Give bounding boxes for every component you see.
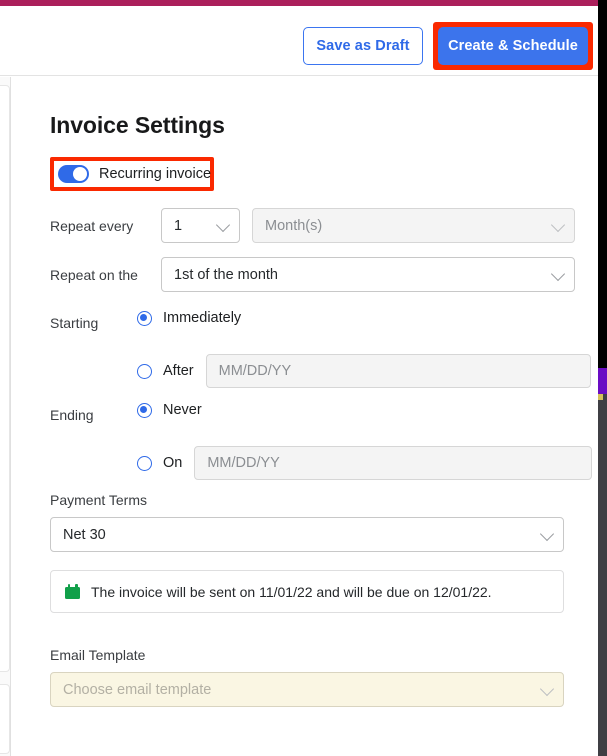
starting-after-date-placeholder: MM/DD/YY bbox=[218, 363, 292, 379]
payment-terms-select[interactable]: Net 30 bbox=[50, 517, 564, 552]
page-title: Invoice Settings bbox=[50, 112, 225, 138]
repeat-every-label: Repeat every bbox=[50, 217, 134, 234]
left-rail-panel-upper bbox=[0, 85, 10, 672]
email-template-placeholder: Choose email template bbox=[63, 681, 212, 698]
create-and-schedule-button[interactable]: Create & Schedule bbox=[438, 27, 588, 65]
starting-label: Starting bbox=[50, 315, 99, 331]
header-action-bar: Save as Draft Create & Schedule bbox=[0, 6, 607, 76]
radio-after[interactable] bbox=[137, 363, 152, 379]
repeat-on-select[interactable]: 1st of the month bbox=[161, 257, 575, 292]
left-rail-panel-lower bbox=[0, 684, 10, 754]
starting-immediately-option[interactable]: Immediately bbox=[137, 310, 241, 326]
email-template-select[interactable]: Choose email template bbox=[50, 672, 564, 707]
repeat-on-row: Repeat on the 1st of the month bbox=[50, 257, 575, 292]
scrollbar-thumb[interactable] bbox=[598, 368, 607, 394]
save-as-draft-button[interactable]: Save as Draft bbox=[303, 27, 423, 65]
chevron-down-icon bbox=[550, 266, 566, 281]
repeat-unit-value: Month(s) bbox=[265, 217, 323, 234]
starting-after-option[interactable]: After MM/DD/YY bbox=[137, 354, 591, 388]
payment-terms-label: Payment Terms bbox=[50, 492, 147, 508]
chevron-down-icon bbox=[539, 526, 555, 541]
repeat-on-value: 1st of the month bbox=[174, 266, 278, 283]
ending-never-option[interactable]: Never bbox=[137, 402, 202, 418]
repeat-every-row: Repeat every 1 Month(s) bbox=[50, 208, 575, 243]
repeat-count-value: 1 bbox=[174, 217, 183, 234]
ending-label: Ending bbox=[50, 407, 94, 423]
radio-immediately-label: Immediately bbox=[163, 310, 242, 326]
payment-terms-value: Net 30 bbox=[63, 526, 106, 543]
recurring-invoice-label: Recurring invoice bbox=[99, 166, 212, 182]
repeat-count-select[interactable]: 1 bbox=[161, 208, 240, 243]
recurring-invoice-toggle[interactable] bbox=[58, 165, 89, 183]
calendar-icon bbox=[65, 584, 80, 599]
ending-on-date-input[interactable]: MM/DD/YY bbox=[194, 446, 593, 480]
ending-on-option[interactable]: On MM/DD/YY bbox=[137, 446, 593, 480]
recurring-invoice-highlight: Recurring invoice bbox=[50, 157, 214, 191]
invoice-settings-panel: Invoice Settings Recurring invoice Repea… bbox=[12, 77, 598, 756]
header-actions: Save as Draft Create & Schedule bbox=[303, 22, 593, 70]
starting-after-date-input[interactable]: MM/DD/YY bbox=[205, 354, 591, 388]
right-rail bbox=[598, 0, 607, 756]
radio-after-label: After bbox=[163, 363, 194, 379]
chevron-down-icon bbox=[550, 217, 566, 232]
left-rail bbox=[0, 77, 11, 756]
radio-immediately[interactable] bbox=[137, 310, 152, 326]
repeat-unit-select[interactable]: Month(s) bbox=[252, 208, 575, 243]
create-schedule-highlight: Create & Schedule bbox=[433, 22, 593, 70]
chevron-down-icon bbox=[539, 681, 555, 696]
ending-on-date-placeholder: MM/DD/YY bbox=[207, 455, 280, 471]
toggle-knob bbox=[73, 167, 87, 181]
radio-on[interactable] bbox=[137, 455, 152, 471]
chevron-down-icon bbox=[215, 217, 231, 232]
repeat-on-label: Repeat on the bbox=[50, 266, 138, 283]
email-template-label: Email Template bbox=[50, 647, 146, 663]
invoice-schedule-notice: The invoice will be sent on 11/01/22 and… bbox=[50, 570, 564, 613]
radio-never-label: Never bbox=[163, 402, 202, 418]
radio-on-label: On bbox=[163, 455, 183, 471]
right-rail-track bbox=[598, 394, 607, 756]
rail-marker bbox=[598, 394, 603, 400]
radio-never[interactable] bbox=[137, 402, 152, 418]
invoice-schedule-notice-text: The invoice will be sent on 11/01/22 and… bbox=[91, 583, 492, 600]
